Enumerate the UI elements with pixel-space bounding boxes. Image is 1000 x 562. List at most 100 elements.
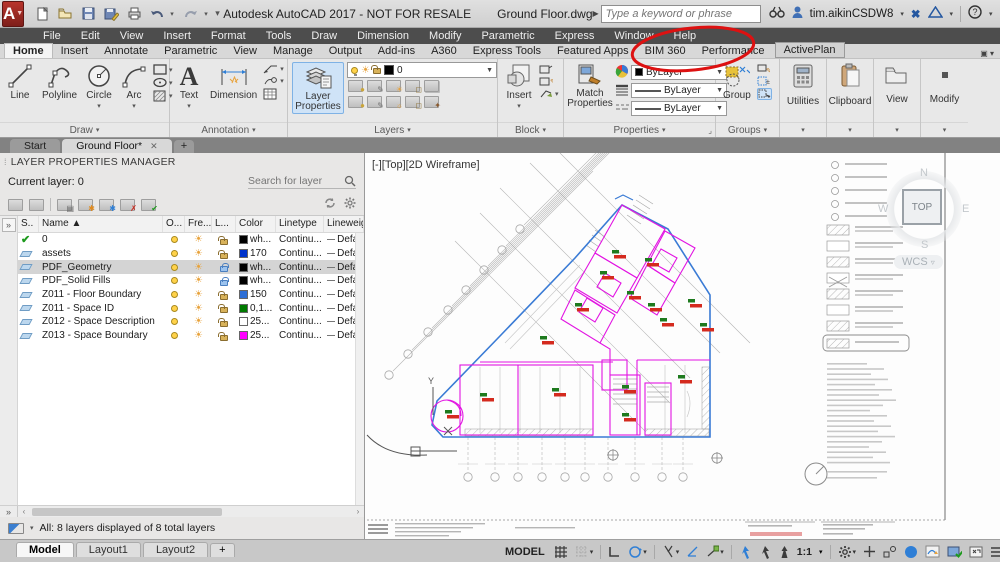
ribbon-tab-insert[interactable]: Insert — [53, 44, 97, 58]
group-selection-toggle[interactable] — [756, 88, 772, 100]
column-header-color[interactable]: Color — [236, 216, 276, 232]
column-header-lineweig[interactable]: Lineweig.. — [324, 216, 364, 232]
object-color-combo[interactable]: ByLayer ▼ — [631, 64, 727, 80]
match-properties-button[interactable]: Match Properties — [567, 62, 613, 110]
multileader-tool[interactable]: ▾ — [263, 76, 284, 86]
layer-freeze-sun-icon[interactable]: ☀ — [194, 290, 203, 299]
viewcube[interactable]: N S W E TOP WCS ▿ — [876, 165, 972, 275]
save-as-icon[interactable] — [101, 4, 121, 24]
lineweight-combo[interactable]: ByLayer ▼ — [631, 83, 727, 98]
file-tab-close-icon[interactable]: ✕ — [150, 141, 158, 152]
ribbon-tab-featured-apps[interactable]: Featured Apps — [549, 44, 637, 58]
new-drawing-tab-button[interactable]: + — [173, 140, 195, 153]
layer-on-bulb-icon[interactable] — [170, 332, 178, 340]
utilities-expand-icon[interactable]: ▾ — [801, 126, 805, 134]
exchange-apps-icon[interactable]: ✖ — [911, 7, 921, 21]
layer-name[interactable]: Z012 - Space Description — [39, 316, 163, 327]
menu-window[interactable]: Window — [605, 29, 662, 43]
expand-filter-tree-icon2[interactable]: » — [0, 506, 18, 517]
new-layer-icon[interactable]: ✱ — [78, 198, 95, 212]
layer-linetype[interactable]: Continu... — [276, 275, 324, 286]
new-icon[interactable] — [32, 4, 52, 24]
polar-tracking-icon[interactable]: ▾ — [628, 543, 647, 561]
layer-name[interactable]: 0 — [39, 234, 163, 245]
layers-panel-label[interactable]: Layers ▾ — [288, 122, 497, 137]
table-tool[interactable] — [263, 88, 284, 100]
layer-freeze-sun-icon[interactable]: ☀ — [194, 249, 203, 258]
layer-on-icon[interactable]: ● — [348, 96, 365, 110]
isodraft-icon[interactable]: ▾ — [662, 543, 679, 561]
layer-color-swatch[interactable] — [239, 303, 248, 313]
layer-locked-icon[interactable] — [220, 276, 229, 286]
panel-clipboard[interactable]: Clipboard ▾ — [827, 59, 874, 137]
ribbon-tab-add-ins[interactable]: Add-ins — [370, 44, 423, 58]
qat-customize-icon[interactable]: ▾ — [215, 8, 223, 19]
layer-row-assets[interactable]: assets ☀ 170 Continu... Defa. — [18, 247, 364, 261]
menu-file[interactable]: File — [34, 29, 70, 43]
redo-icon[interactable] — [181, 4, 201, 24]
block-panel-label[interactable]: Block ▾ — [498, 122, 563, 137]
layer-row-z013-space-boundary[interactable]: Z013 - Space Boundary ☀ 25... Continu... Def… — [18, 329, 364, 343]
layer-linetype[interactable]: Continu... — [276, 316, 324, 327]
delete-layer-icon[interactable]: ✗ — [120, 198, 137, 212]
annotation-monitor-icon[interactable] — [863, 543, 876, 561]
layer-on-bulb-icon[interactable] — [170, 263, 178, 271]
layer-on-bulb-icon[interactable] — [170, 236, 178, 244]
ribbon-tab-annotate[interactable]: Annotate — [96, 44, 156, 58]
ribbon-tab-activeplan[interactable]: ActivePlan — [774, 42, 845, 58]
ribbon-tab-manage[interactable]: Manage — [265, 44, 321, 58]
layer-name[interactable]: assets — [39, 248, 163, 259]
viewcube-north[interactable]: N — [920, 167, 928, 179]
layer-states-icon[interactable]: ▤ — [57, 198, 74, 212]
search-binoculars-icon[interactable] — [768, 6, 785, 21]
undo-dropdown[interactable]: ▾ — [170, 10, 178, 18]
snap-icon[interactable]: ▾ — [575, 543, 593, 561]
groups-panel-label[interactable]: Groups ▾ — [716, 122, 779, 137]
layout-tab-layout2[interactable]: Layout2 — [142, 542, 209, 557]
ribbon-minimize-icon[interactable]: ▣ ▾ — [980, 49, 994, 58]
customization-icon[interactable] — [990, 543, 1000, 561]
menu-view[interactable]: View — [111, 29, 153, 43]
layer-unlocked-icon[interactable] — [218, 235, 228, 245]
layer-match-icon[interactable] — [424, 80, 439, 92]
modify-expand-icon[interactable]: ▾ — [943, 126, 947, 134]
layer-name[interactable]: Z011 - Space ID — [39, 303, 163, 314]
layout-tab-model[interactable]: Model — [16, 542, 74, 557]
menu-help[interactable]: Help — [665, 29, 706, 43]
dimension-button[interactable]: Dimension — [207, 62, 260, 102]
line-button[interactable]: Line — [4, 62, 36, 102]
user-dropdown[interactable]: ▾ — [900, 10, 904, 18]
layer-freeze-sun-icon[interactable]: ☀ — [194, 276, 203, 285]
layer-unlock-icon[interactable]: ◻ — [405, 96, 422, 110]
panel-view[interactable]: View ▾ — [874, 59, 921, 137]
refresh-icon[interactable] — [324, 197, 336, 212]
menu-modify[interactable]: Modify — [420, 29, 470, 43]
panel-utilities[interactable]: Utilities ▾ — [780, 59, 827, 137]
viewport-controls[interactable]: [-][Top][2D Wireframe] — [372, 159, 480, 171]
otrack-icon[interactable] — [686, 543, 699, 561]
layer-unlocked-icon[interactable] — [218, 304, 228, 314]
redo-dropdown[interactable]: ▾ — [204, 10, 212, 18]
column-header-s[interactable]: S.. — [18, 216, 39, 232]
layer-unlocked-icon[interactable] — [218, 331, 228, 341]
help-icon[interactable]: ? — [968, 5, 982, 22]
new-layer-vp-frozen-icon[interactable]: ✱ — [99, 198, 116, 212]
viewcube-south[interactable]: S — [921, 239, 928, 251]
polyline-button[interactable]: Polyline — [39, 62, 80, 102]
layer-row-pdf-solid-fills[interactable]: PDF_Solid Fills ☀ wh... Continu... Defa. — [18, 274, 364, 288]
layer-unlocked-icon[interactable] — [218, 249, 228, 259]
insert-button[interactable]: Insert ▾ — [502, 62, 536, 111]
annotation-scale-people-icon[interactable] — [779, 543, 790, 561]
view-expand-icon[interactable]: ▾ — [895, 126, 899, 134]
properties-panel-label[interactable]: Properties ▾ ⌟ — [564, 122, 715, 137]
menu-edit[interactable]: Edit — [72, 29, 109, 43]
group-edit-tool[interactable]: ± — [757, 76, 772, 86]
graphics-performance-icon[interactable] — [904, 543, 918, 561]
column-header-o[interactable]: O... — [163, 216, 185, 232]
annotation-scale-value[interactable]: 1:1 — [797, 546, 812, 558]
viewcube-west[interactable]: W — [878, 203, 888, 215]
layer-freeze-sun-icon[interactable]: ☀ — [194, 263, 203, 272]
layer-on-bulb-icon[interactable] — [170, 277, 178, 285]
layer-freeze-sun-icon[interactable]: ☀ — [194, 235, 203, 244]
layer-search-input[interactable] — [248, 175, 340, 187]
